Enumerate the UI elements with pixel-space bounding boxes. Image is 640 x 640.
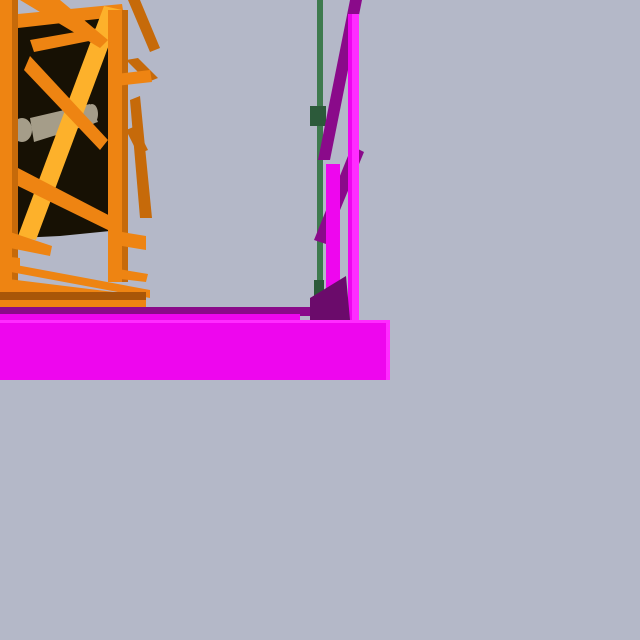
railing-inner-post [326,164,340,298]
floor-lip [0,314,300,320]
base-plate-front [0,300,146,308]
railing-right-post-shade [348,14,352,320]
floor-slab-right-edge [386,320,390,380]
cad-viewport[interactable] [0,0,640,640]
green-pole-bracket [310,106,326,126]
floor-slab-top-edge [0,320,390,323]
floor-slab [0,320,390,380]
cad-scene [0,0,640,640]
